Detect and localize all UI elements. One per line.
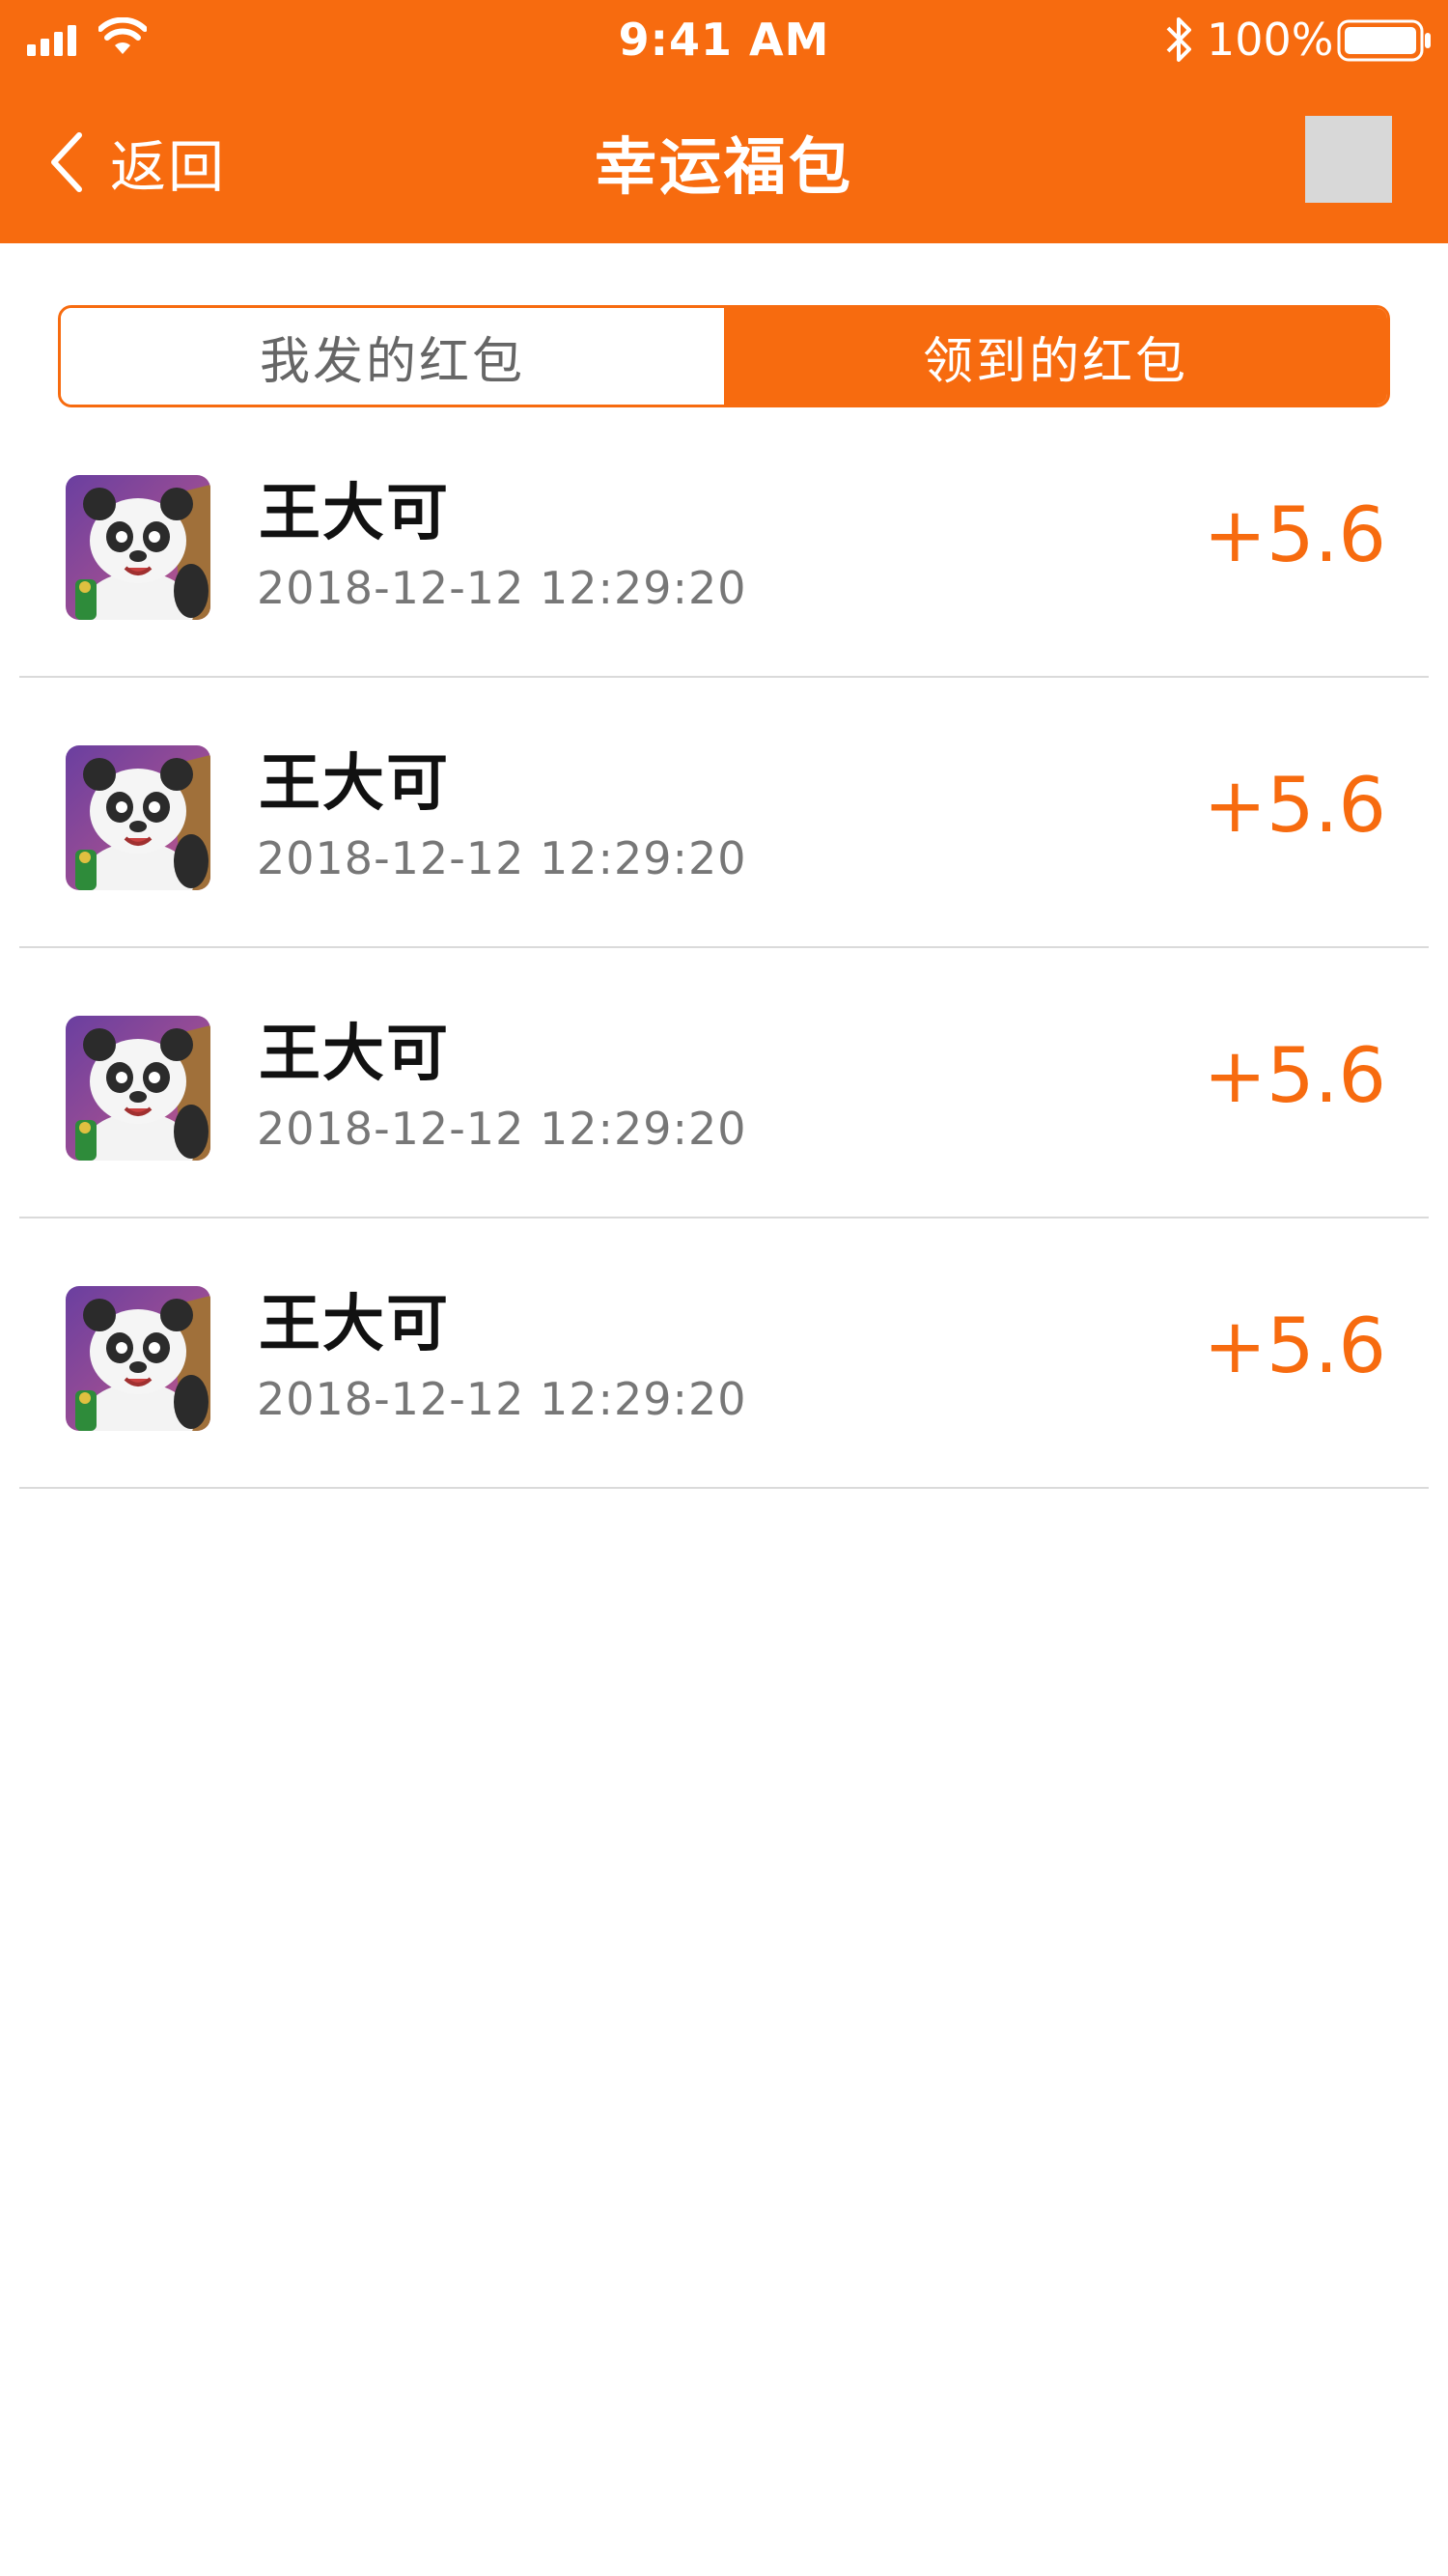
- battery-icon: [1337, 19, 1431, 62]
- tab-received-red-packets[interactable]: 领到的红包: [724, 308, 1387, 405]
- item-name: 王大可: [259, 748, 450, 820]
- item-amount: +5.6: [1203, 1033, 1386, 1120]
- item-amount: +5.6: [1203, 763, 1386, 850]
- header: 9:41 AM 100% 返回 幸运福包: [0, 0, 1448, 243]
- item-time: 2018-12-12 12:29:20: [257, 1373, 747, 1425]
- avatar: [66, 745, 210, 890]
- nav-action-button[interactable]: [1305, 116, 1392, 203]
- list-item[interactable]: 王大可 2018-12-12 12:29:20 +5.6: [19, 407, 1429, 678]
- avatar: [66, 1016, 210, 1161]
- screen: 9:41 AM 100% 返回 幸运福包 我发的红包 领到的红包 王大可 201…: [0, 0, 1448, 2576]
- item-name: 王大可: [259, 1289, 450, 1360]
- avatar: [66, 475, 210, 620]
- item-name: 王大可: [259, 1019, 450, 1090]
- list-item[interactable]: 王大可 2018-12-12 12:29:20 +5.6: [19, 678, 1429, 948]
- red-packet-list: 王大可 2018-12-12 12:29:20 +5.6 王大可 2018-12…: [19, 407, 1429, 1489]
- segmented-control: 我发的红包 领到的红包: [58, 305, 1390, 407]
- nav-bar: 返回 幸运福包: [0, 81, 1448, 243]
- list-item[interactable]: 王大可 2018-12-12 12:29:20 +5.6: [19, 948, 1429, 1218]
- item-name: 王大可: [259, 478, 450, 549]
- battery-percent: 100%: [1207, 14, 1334, 66]
- item-time: 2018-12-12 12:29:20: [257, 1103, 747, 1155]
- tab-sent-red-packets[interactable]: 我发的红包: [61, 308, 724, 405]
- list-item[interactable]: 王大可 2018-12-12 12:29:20 +5.6: [19, 1218, 1429, 1489]
- avatar: [66, 1286, 210, 1431]
- page-title: 幸运福包: [595, 132, 853, 204]
- status-bar: 9:41 AM 100%: [0, 0, 1448, 81]
- item-time: 2018-12-12 12:29:20: [257, 832, 747, 884]
- item-amount: +5.6: [1203, 1303, 1386, 1390]
- bluetooth-icon: [1166, 17, 1191, 62]
- item-amount: +5.6: [1203, 492, 1386, 579]
- item-time: 2018-12-12 12:29:20: [257, 562, 747, 614]
